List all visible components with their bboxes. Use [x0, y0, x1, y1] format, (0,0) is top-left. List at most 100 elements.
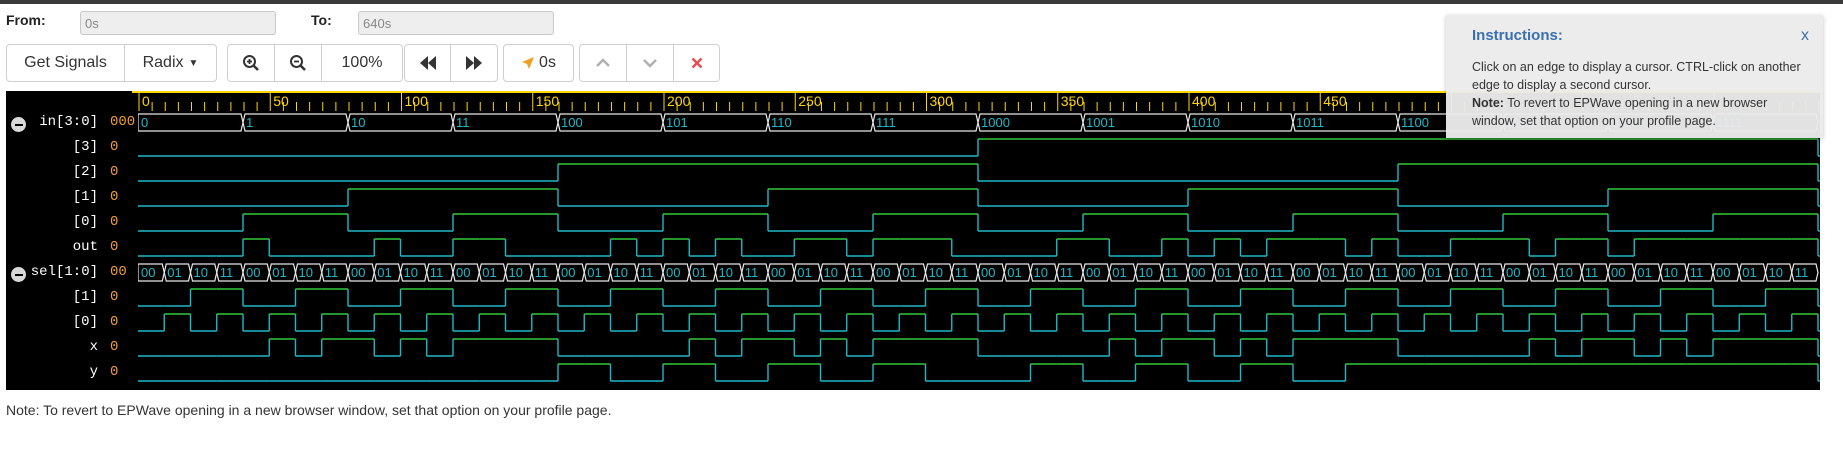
bus-value: 00 — [666, 265, 680, 280]
from-input[interactable]: 0s — [80, 11, 276, 35]
y-trace[interactable] — [138, 363, 1820, 382]
sel-bit0-trace[interactable] — [138, 313, 1820, 332]
radix-button[interactable]: Radix ▼ — [125, 45, 216, 81]
bus-value: 1 — [246, 115, 253, 130]
zoom-level-button[interactable]: 100% — [322, 45, 402, 81]
in-bit2-trace[interactable] — [138, 163, 1820, 182]
close-instructions-button[interactable]: x — [1801, 27, 1809, 45]
bus-value: 01 — [1007, 265, 1021, 280]
bus-value: 10 — [1139, 265, 1153, 280]
bus-value: 01 — [902, 265, 916, 280]
signal-value: 0 — [110, 314, 119, 330]
bus-value: 11 — [456, 115, 470, 130]
bus-value: 01 — [1532, 265, 1546, 280]
signal-value: 00 — [110, 264, 127, 280]
sel-bit1-trace[interactable] — [138, 288, 1820, 307]
cursor-time-value: 0s — [539, 54, 556, 71]
clear-cursor-button[interactable] — [674, 45, 719, 81]
to-input[interactable]: 640s — [358, 11, 554, 35]
in-bit0-trace[interactable] — [138, 213, 1820, 232]
bus-value: 01 — [692, 265, 706, 280]
bus-value: 01 — [1112, 265, 1126, 280]
zoom-in-button[interactable] — [228, 45, 275, 81]
cursor-down-button[interactable] — [627, 45, 674, 81]
signal-row[interactable]: out 0 — [6, 236, 132, 261]
sel-bus-trace[interactable]: 00 01 10 11 00 01 10 11 00 01 10 11 00 01 10 11 00 01 10 11… — [138, 263, 1819, 282]
bus-value: 01 — [1637, 265, 1651, 280]
bus-value: 110 — [771, 115, 792, 130]
signal-row[interactable]: [2] 0 — [6, 161, 132, 186]
bus-value: 100 — [561, 115, 583, 130]
zoom-out-icon — [290, 55, 306, 71]
bus-value: 10 — [1454, 265, 1468, 280]
bus-value: 11 — [1270, 265, 1284, 280]
signal-row[interactable]: [0] 0 — [6, 211, 132, 236]
signal-row[interactable]: in[3:0] 000 — [6, 111, 136, 136]
bus-value: 1001 — [1086, 115, 1115, 130]
signal-value: 0 — [110, 339, 119, 355]
signal-row[interactable]: x0 — [6, 336, 132, 361]
bus-value: 00 — [351, 265, 365, 280]
bus-value: 11 — [430, 265, 444, 280]
step-forward-button[interactable] — [451, 45, 497, 81]
x-trace[interactable] — [138, 338, 1820, 357]
in-bit3-trace[interactable] — [138, 138, 1820, 157]
signal-value: 000 — [110, 114, 136, 130]
bus-value: 10 — [509, 265, 523, 280]
ruler-tick-label: 400 — [1192, 93, 1216, 109]
signals-group: Get Signals Radix ▼ — [6, 44, 217, 82]
bus-value: 00 — [876, 265, 890, 280]
bus-value: 11 — [1795, 265, 1809, 280]
collapse-group-icon[interactable] — [11, 267, 26, 282]
bus-value: 11 — [745, 265, 759, 280]
chevron-up-icon — [596, 58, 610, 67]
out-trace[interactable] — [138, 238, 1820, 257]
bus-value: 111 — [876, 115, 896, 130]
radix-label: Radix — [142, 54, 184, 71]
chevron-down-icon — [643, 59, 657, 68]
footer-note: Note: To revert to EPWave opening in a n… — [6, 402, 612, 418]
bus-value: 00 — [561, 265, 575, 280]
in-bit1-trace[interactable] — [138, 188, 1820, 207]
zoom-out-button[interactable] — [275, 45, 322, 81]
ruler-tick-label: 250 — [798, 93, 822, 109]
bus-value: 10 — [1349, 265, 1363, 280]
bus-value: 00 — [456, 265, 470, 280]
bus-value: 11 — [850, 265, 864, 280]
bus-value: 00 — [1611, 265, 1625, 280]
bus-value: 00 — [141, 265, 155, 280]
cursor-up-button[interactable] — [580, 45, 627, 81]
bus-value: 01 — [167, 265, 181, 280]
get-signals-button[interactable]: Get Signals — [7, 45, 125, 81]
signal-row[interactable]: sel[1:0] 00 — [6, 261, 132, 286]
signal-traces[interactable]: 0110111001011101111000100110101011110011… — [138, 111, 1820, 390]
ruler-tick-label: 200 — [667, 93, 691, 109]
signal-value: 0 — [110, 289, 119, 305]
signal-row[interactable]: [0] 0 — [6, 311, 132, 336]
bus-value: 1100 — [1401, 115, 1429, 130]
bus-value: 01 — [1217, 265, 1231, 280]
collapse-group-icon[interactable] — [11, 117, 26, 132]
bus-value: 11 — [1480, 265, 1494, 280]
bus-segment — [138, 113, 244, 132]
ruler-tick-label: 50 — [273, 93, 289, 109]
bus-value: 10 — [1769, 265, 1783, 280]
bus-value: 10 — [719, 265, 733, 280]
signal-row[interactable]: [3] 0 — [6, 136, 132, 161]
signal-row[interactable]: y0 — [6, 361, 132, 386]
bus-value: 00 — [1401, 265, 1415, 280]
step-back-button[interactable] — [405, 45, 452, 81]
cursor-time-button[interactable]: 0s — [504, 45, 573, 81]
signal-name: [1] — [72, 189, 98, 205]
signal-row[interactable]: [1] 0 — [6, 186, 132, 211]
bus-value: 00 — [1296, 265, 1310, 280]
top-bar — [0, 0, 1843, 4]
signal-name: out — [72, 239, 98, 255]
signal-row[interactable]: [1] 0 — [6, 286, 132, 311]
signal-name: [3] — [72, 139, 98, 155]
signal-name: [0] — [72, 314, 98, 330]
signal-name: y — [89, 364, 98, 380]
to-label: To: — [311, 12, 332, 28]
signal-name: in[3:0] — [39, 114, 98, 130]
bus-value: 00 — [981, 265, 995, 280]
